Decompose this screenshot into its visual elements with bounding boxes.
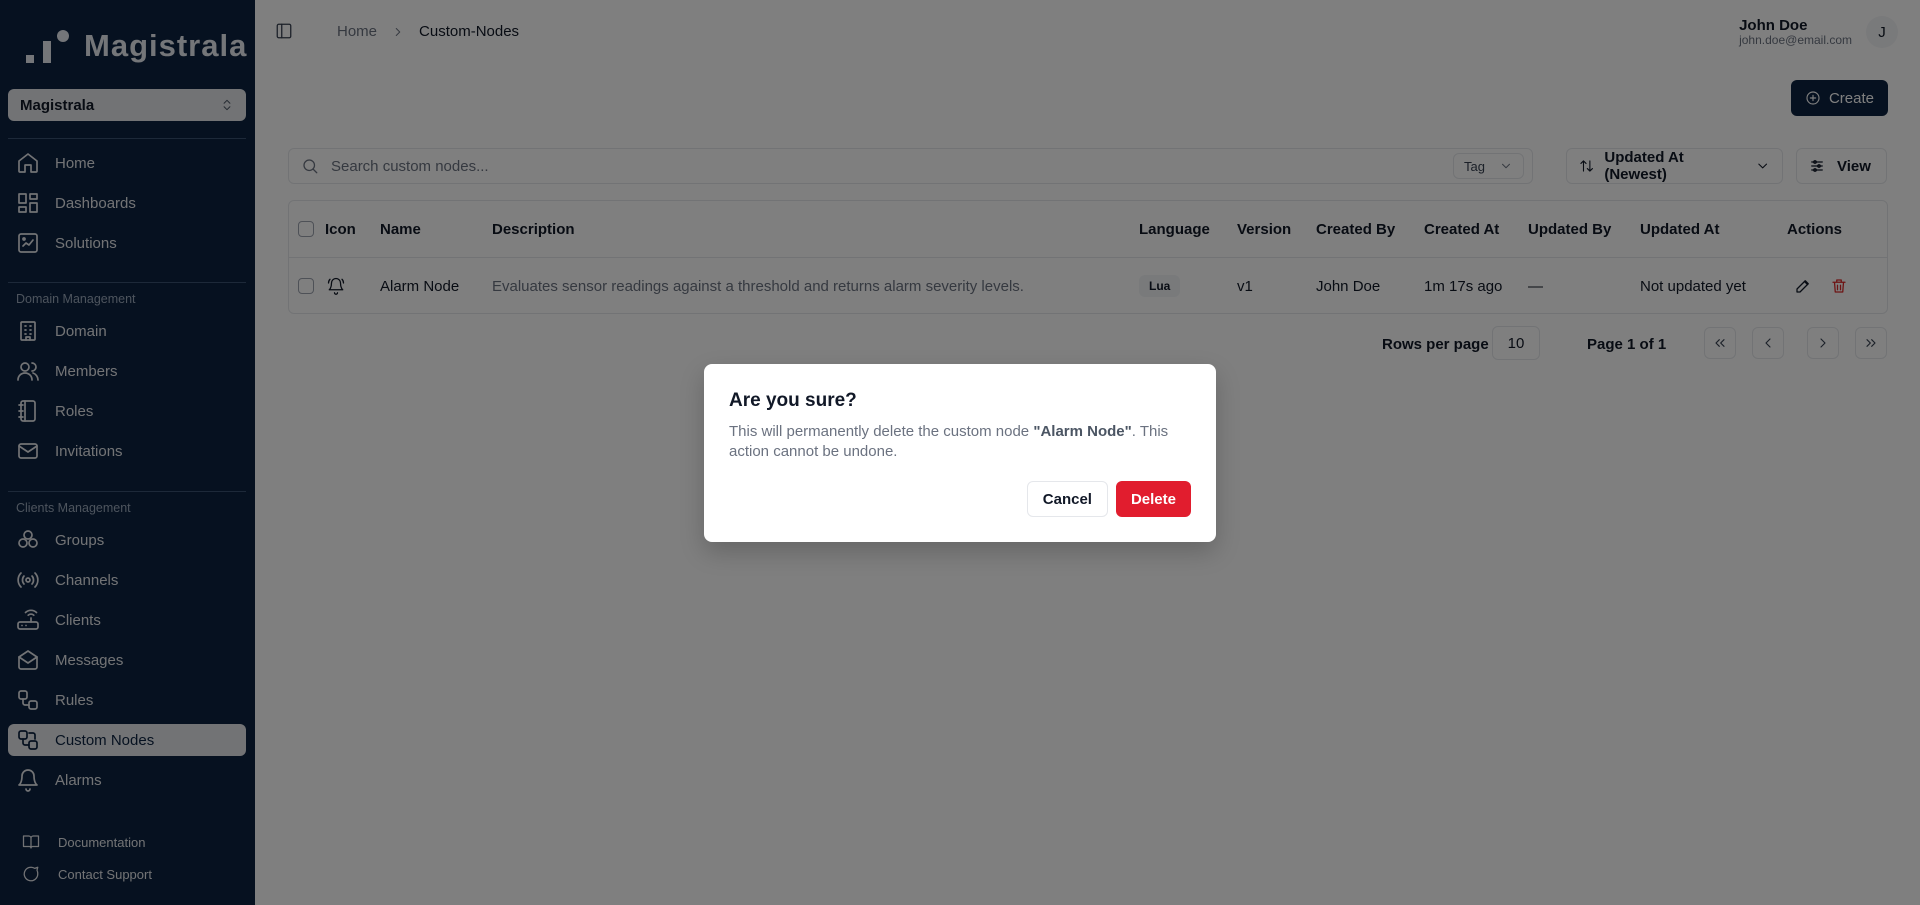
dialog-desc-prefix: This will permanently delete the custom …: [729, 423, 1034, 440]
dialog-description: This will permanently delete the custom …: [729, 422, 1179, 462]
dialog-desc-node-name: "Alarm Node": [1033, 423, 1132, 440]
delete-button[interactable]: Delete: [1115, 481, 1191, 517]
dialog-actions: Cancel Delete: [1026, 481, 1191, 517]
delete-confirm-dialog: Are you sure? This will permanently dele…: [704, 364, 1216, 542]
dialog-title: Are you sure?: [729, 390, 857, 411]
cancel-button[interactable]: Cancel: [1026, 481, 1108, 517]
